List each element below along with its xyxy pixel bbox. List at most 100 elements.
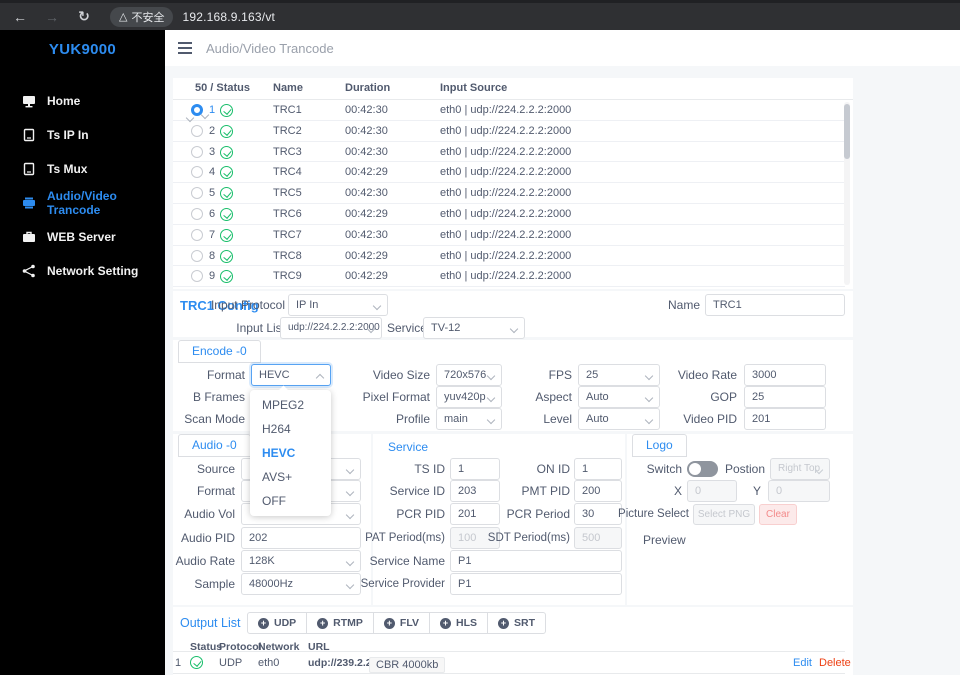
sidebar-item-web-server[interactable]: WEB Server xyxy=(0,220,165,254)
logo-x-label: X xyxy=(673,484,682,498)
scrollbar-thumb[interactable] xyxy=(844,104,850,159)
service-id-input[interactable]: 203 xyxy=(450,480,500,502)
channel-row-trc8[interactable]: 8 TRC8 00:42:29 eth0 | udp://224.2.2.2:2000 xyxy=(173,246,845,267)
add-udp-button[interactable]: + UDP xyxy=(247,612,308,634)
channel-name: TRC6 xyxy=(273,208,302,220)
pixel-format-select[interactable]: yuv420p xyxy=(436,386,502,408)
logo-y-input[interactable]: 0 xyxy=(768,480,830,502)
channel-duration: 00:42:29 xyxy=(345,166,388,179)
channel-radio[interactable] xyxy=(191,249,203,262)
name-input[interactable]: TRC1 xyxy=(705,294,845,316)
video-pid-input[interactable]: 201 xyxy=(744,408,826,430)
channel-row-trc6[interactable]: 6 TRC6 00:42:29 eth0 | udp://224.2.2.2:2000 xyxy=(173,204,845,225)
input-protocol-select[interactable]: IP In xyxy=(288,294,388,316)
channel-radio[interactable] xyxy=(191,145,203,158)
profile-select[interactable]: main xyxy=(436,408,502,430)
channel-input-source: eth0 | udp://224.2.2.2:2000 xyxy=(440,104,572,116)
share-icon xyxy=(22,264,36,278)
delete-link[interactable]: Delete xyxy=(819,657,851,669)
service-name-input[interactable]: P1 xyxy=(450,550,622,572)
add-flv-button[interactable]: + FLV xyxy=(372,612,430,634)
scanmode-label: Scan Mode xyxy=(184,412,245,426)
level-select[interactable]: Auto xyxy=(578,408,660,430)
address-bar[interactable]: 192.168.9.163/vt xyxy=(182,10,275,24)
channel-row-trc2[interactable]: 2 TRC2 00:42:30 eth0 | udp://224.2.2.2:2000 xyxy=(173,121,845,142)
sdt-period-input[interactable]: 500 xyxy=(574,527,622,549)
channel-number: 9 xyxy=(209,270,216,283)
service-provider-input[interactable]: P1 xyxy=(450,573,622,595)
audio-pid-input[interactable]: 202 xyxy=(241,527,361,549)
channel-row-trc3[interactable]: 3 TRC3 00:42:30 eth0 | udp://224.2.2.2:2000 xyxy=(173,142,845,163)
add-srt-button[interactable]: + SRT xyxy=(486,612,546,634)
on-id-input[interactable]: 1 xyxy=(574,458,622,480)
edit-link[interactable]: Edit xyxy=(793,657,812,669)
logo-position-select[interactable]: Right Top xyxy=(770,458,830,480)
video-size-select[interactable]: 720x576 xyxy=(436,364,502,386)
channel-radio[interactable] xyxy=(191,228,203,241)
select-png-button[interactable]: Select PNG xyxy=(693,504,755,525)
channel-name: TRC5 xyxy=(273,187,302,200)
sidebar-item-ts-ip-in[interactable]: Ts IP In xyxy=(0,118,165,152)
channel-radio[interactable] xyxy=(191,208,203,220)
on-id-label: ON ID xyxy=(536,462,570,476)
channel-name: TRC3 xyxy=(273,145,302,158)
format-option-h264[interactable]: H264 xyxy=(250,417,331,441)
input-list-select[interactable]: udp://224.2.2.2:2000 xyxy=(280,317,382,339)
app-header: Audio/Video Trancode xyxy=(165,30,960,66)
channel-radio[interactable] xyxy=(191,166,203,179)
forward-icon[interactable]: → xyxy=(40,9,64,25)
ts-id-input[interactable]: 1 xyxy=(450,458,500,480)
clear-button[interactable]: Clear xyxy=(759,504,797,525)
format-select[interactable]: HEVC xyxy=(251,364,331,386)
channel-row-trc7[interactable]: 7 TRC7 00:42:30 eth0 | udp://224.2.2.2:2000 xyxy=(173,225,845,246)
status-ok-icon xyxy=(220,249,233,263)
pmt-pid-input[interactable]: 200 xyxy=(574,480,622,502)
name-label: Name xyxy=(667,298,700,312)
menu-toggle-icon[interactable] xyxy=(178,42,192,54)
channel-row-trc1[interactable]: 1 TRC1 00:42:30 eth0 | udp://224.2.2.2:2000 xyxy=(173,100,845,121)
protocol-button-label: SRT xyxy=(513,617,535,629)
video-rate-input[interactable]: 3000 xyxy=(744,364,826,386)
channel-duration: 00:42:30 xyxy=(345,187,388,200)
tab-encode[interactable]: Encode -0 xyxy=(178,340,261,363)
channel-radio[interactable] xyxy=(191,270,203,283)
add-hls-button[interactable]: + HLS xyxy=(428,612,488,634)
format-option-hevc[interactable]: HEVC xyxy=(250,441,331,465)
refresh-icon[interactable]: ↻ xyxy=(72,8,96,25)
tab-audio[interactable]: Audio -0 xyxy=(178,434,251,457)
aspect-select[interactable]: Auto xyxy=(578,386,660,408)
col-status: 50 / Status xyxy=(195,82,251,94)
format-option-off[interactable]: OFF xyxy=(250,489,331,513)
logo-switch-toggle[interactable] xyxy=(687,461,718,477)
service-list-select[interactable]: TV-12 xyxy=(423,317,525,339)
channel-number: 1 xyxy=(209,104,216,116)
sidebar-item-home[interactable]: Home xyxy=(0,84,165,118)
channel-number: 4 xyxy=(209,166,216,179)
fps-select[interactable]: 25 xyxy=(578,364,660,386)
channel-row-trc4[interactable]: 4 TRC4 00:42:29 eth0 | udp://224.2.2.2:2000 xyxy=(173,162,845,184)
logo-x-input[interactable]: 0 xyxy=(687,480,737,502)
pat-period-label: PAT Period(ms) xyxy=(365,532,445,544)
gop-input[interactable]: 25 xyxy=(744,386,826,408)
audio-rate-select[interactable]: 128K xyxy=(241,550,361,572)
table-scrollbar[interactable] xyxy=(844,102,850,285)
back-icon[interactable]: ← xyxy=(8,9,32,25)
audio-source-label: Source xyxy=(196,462,235,476)
format-option-avs[interactable]: AVS+ xyxy=(250,465,331,489)
security-badge[interactable]: △ 不安全 xyxy=(110,6,174,27)
channel-radio[interactable] xyxy=(191,124,203,137)
channel-row-trc9[interactable]: 9 TRC9 00:42:29 eth0 | udp://224.2.2.2:2000 xyxy=(173,266,845,288)
sidebar-item-audio-video-trancode[interactable]: Audio/Video Trancode xyxy=(0,186,165,220)
audio-sample-select[interactable]: 48000Hz xyxy=(241,573,361,595)
channel-duration: 00:42:29 xyxy=(345,270,388,283)
channel-number: 7 xyxy=(209,228,216,241)
channel-radio[interactable] xyxy=(191,187,203,200)
pcr-pid-input[interactable]: 201 xyxy=(450,503,500,525)
sidebar-item-network-setting[interactable]: Network Setting xyxy=(0,254,165,288)
sidebar-item-ts-mux[interactable]: Ts Mux xyxy=(0,152,165,186)
profile-label: Profile xyxy=(395,412,430,426)
channel-row-trc5[interactable]: 5 TRC5 00:42:30 eth0 | udp://224.2.2.2:2000 xyxy=(173,183,845,204)
add-rtmp-button[interactable]: + RTMP xyxy=(306,612,374,634)
format-option-mpeg2[interactable]: MPEG2 xyxy=(250,393,331,417)
tab-logo[interactable]: Logo xyxy=(632,434,687,457)
